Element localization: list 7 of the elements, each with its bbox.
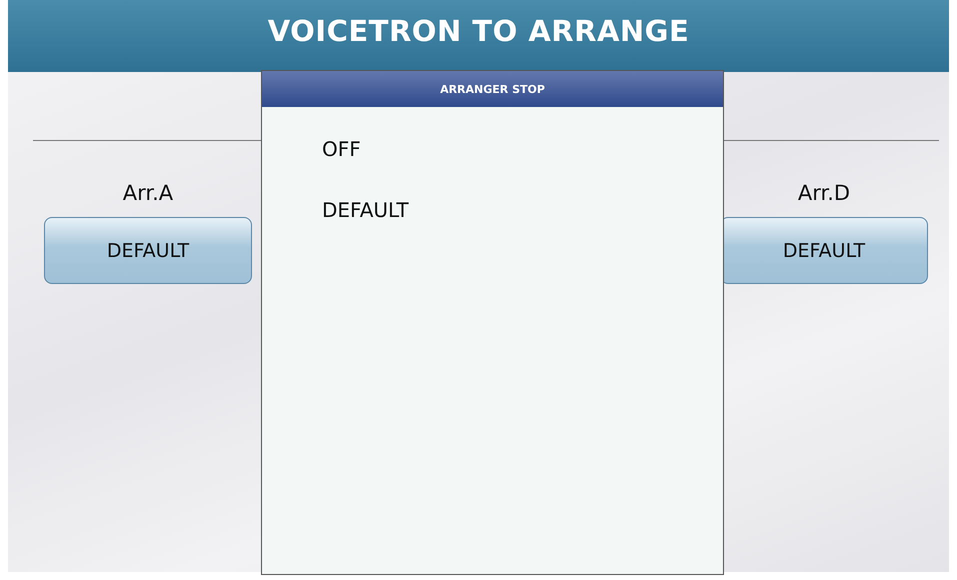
option-item[interactable]: DEFAULT <box>322 198 409 222</box>
screen-title: VOICETRON TO ARRANGE <box>268 14 690 48</box>
popup-title: ARRANGER STOP <box>440 82 545 96</box>
arranger-label: Arr.A <box>122 181 174 205</box>
arranger-button[interactable]: DEFAULT <box>44 217 252 284</box>
arranger-label: Arr.D <box>798 181 850 205</box>
option-item[interactable]: OFF <box>322 137 361 161</box>
